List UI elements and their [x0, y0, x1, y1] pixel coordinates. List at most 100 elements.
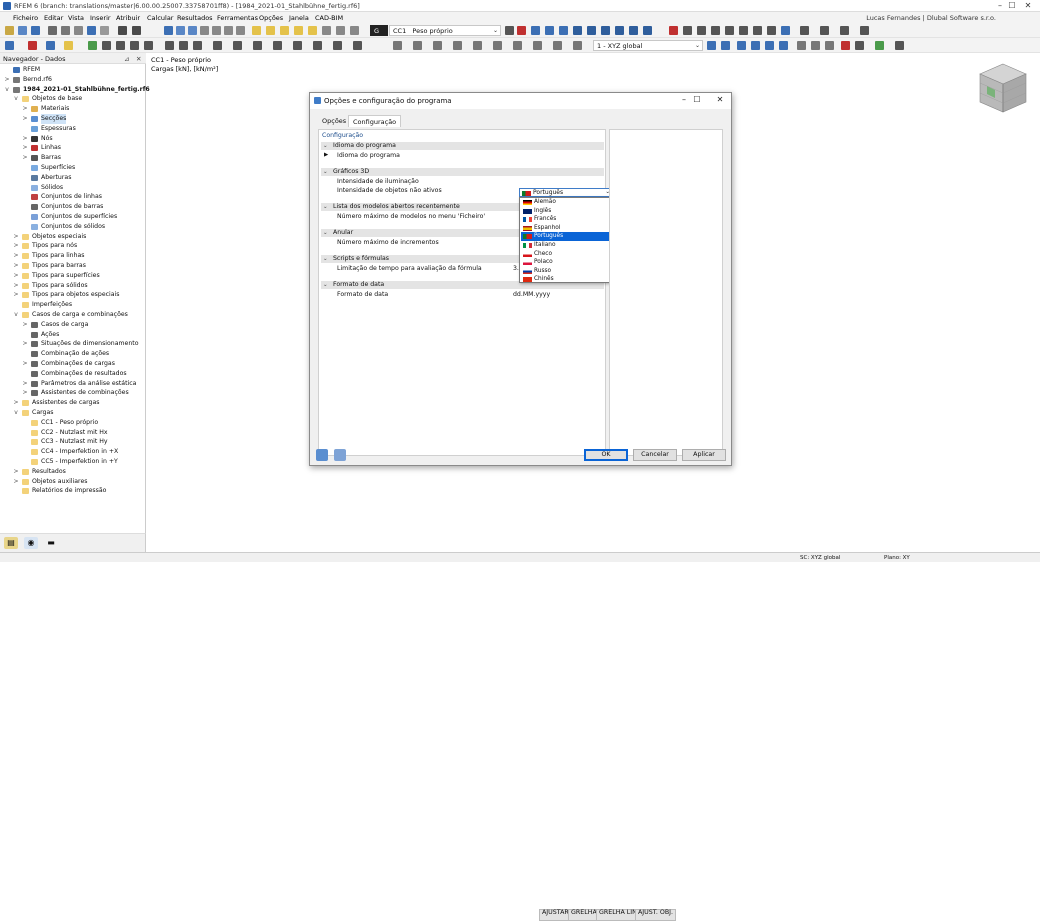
tab-configuration[interactable]: Configuração: [348, 115, 402, 127]
display-tab-icon[interactable]: ◉: [24, 537, 38, 549]
chevron-right-icon[interactable]: >: [22, 339, 28, 349]
chevron-right-icon[interactable]: >: [13, 261, 19, 271]
chevron-down-icon[interactable]: v: [13, 408, 19, 418]
view3-icon[interactable]: [559, 26, 568, 35]
solid-icon[interactable]: [860, 26, 869, 35]
report-icon[interactable]: [74, 26, 83, 35]
language-option[interactable]: Russo: [521, 267, 611, 276]
navigator-item[interactable]: v Cargas: [0, 408, 146, 418]
navigator-item[interactable]: v 1984_2021-01_Stahlbühne_fertig.rf6: [0, 85, 150, 95]
tool5-icon[interactable]: [353, 41, 362, 50]
tool10-icon[interactable]: [473, 41, 482, 50]
tool-icon[interactable]: [273, 41, 282, 50]
navigator-item[interactable]: > Tipos para objetos especiais: [0, 290, 146, 300]
chevron-right-icon[interactable]: >: [13, 271, 19, 281]
navigator-item[interactable]: CC1 - Peso próprio: [0, 418, 146, 428]
section3-icon[interactable]: [193, 41, 202, 50]
navigator-item[interactable]: Relatórios de impressão: [0, 486, 146, 496]
copy-icon[interactable]: [753, 26, 762, 35]
delete-icon[interactable]: [669, 26, 678, 35]
display-icon[interactable]: [875, 41, 884, 50]
supports-icon[interactable]: [46, 41, 55, 50]
language-option[interactable]: Francês: [521, 215, 611, 224]
load-case-dropdown[interactable]: CC1 Peso próprio ⌄: [389, 25, 501, 36]
chevron-down-icon[interactable]: v: [4, 85, 10, 95]
navigator-item[interactable]: > Objetos auxiliares: [0, 477, 146, 487]
ok-button[interactable]: OK: [584, 449, 628, 461]
chevron-right-icon[interactable]: >: [13, 251, 19, 261]
chevron-right-icon[interactable]: >: [22, 104, 28, 114]
tool7-icon[interactable]: [413, 41, 422, 50]
tool8-icon[interactable]: [433, 41, 442, 50]
chevron-down-icon[interactable]: v: [13, 310, 19, 320]
menu-results[interactable]: Resultados: [177, 14, 213, 22]
clipboard-icon[interactable]: [100, 26, 109, 35]
clip-icon[interactable]: [797, 41, 806, 50]
menu-insert[interactable]: Inserir: [90, 14, 111, 22]
view-icon[interactable]: [531, 26, 540, 35]
section-icon[interactable]: [165, 41, 174, 50]
navigator-item[interactable]: > Tipos para superfícies: [0, 271, 146, 281]
results3-icon[interactable]: [308, 26, 317, 35]
navigator-item[interactable]: Conjuntos de superfícies: [0, 212, 146, 222]
grid-icon[interactable]: [102, 41, 111, 50]
close-icon[interactable]: ✕: [1020, 1, 1036, 10]
clip2-icon[interactable]: [811, 41, 820, 50]
tool6-icon[interactable]: [393, 41, 402, 50]
close-icon[interactable]: ✕: [136, 55, 141, 63]
layout4-icon[interactable]: [236, 26, 245, 35]
select-icon[interactable]: [683, 26, 692, 35]
chevron-right-icon[interactable]: >: [13, 477, 19, 487]
comment-icon[interactable]: [253, 41, 262, 50]
menu-file[interactable]: Ficheiro: [13, 14, 38, 22]
language-option[interactable]: Checo: [521, 250, 611, 259]
print-icon[interactable]: [48, 26, 57, 35]
menu-window[interactable]: Janela: [289, 14, 309, 22]
render-icon[interactable]: [737, 41, 746, 50]
chevron-right-icon[interactable]: >: [4, 75, 10, 85]
results-icon[interactable]: [280, 26, 289, 35]
navigator-item[interactable]: > Parâmetros da análise estática: [0, 379, 146, 389]
tab-options[interactable]: Opções: [318, 115, 350, 127]
navigator-item[interactable]: > Tipos para barras: [0, 261, 146, 271]
data-tab-icon[interactable]: ▤: [4, 537, 18, 549]
close-icon[interactable]: ✕: [713, 95, 727, 104]
setting-value[interactable]: dd.MM.yyyy: [513, 290, 550, 299]
save-icon[interactable]: [31, 26, 40, 35]
menu-edit[interactable]: Editar: [44, 14, 63, 22]
prev-icon[interactable]: [505, 26, 514, 35]
navigator-item[interactable]: CC5 - Imperfektion in +Y: [0, 457, 146, 467]
tool3-icon[interactable]: [313, 41, 322, 50]
view9-icon[interactable]: [643, 26, 652, 35]
navigator-item[interactable]: > Assistentes de cargas: [0, 398, 146, 408]
render2-icon[interactable]: [751, 41, 760, 50]
chevron-right-icon[interactable]: >: [13, 232, 19, 242]
view-cube[interactable]: [978, 62, 1028, 114]
tool4-icon[interactable]: [333, 41, 342, 50]
navigator-item[interactable]: > Bernd.rf6: [0, 75, 146, 85]
chevron-down-icon[interactable]: ⌄: [323, 168, 328, 176]
section2-icon[interactable]: [179, 41, 188, 50]
results2-icon[interactable]: [294, 26, 303, 35]
panel-icon[interactable]: [188, 26, 197, 35]
navigator-item[interactable]: > Combinações de cargas: [0, 359, 146, 369]
settings-section-header[interactable]: ⌄ Gráficos 3D: [321, 168, 604, 176]
language-option[interactable]: Alemão: [521, 198, 611, 207]
cancel-button[interactable]: Cancelar: [633, 449, 677, 461]
navigator-item[interactable]: RFEM: [0, 65, 146, 75]
lines-icon[interactable]: [28, 41, 37, 50]
mirror-icon[interactable]: [725, 26, 734, 35]
snap2-icon[interactable]: [130, 41, 139, 50]
navigator-item[interactable]: > Barras: [0, 153, 146, 163]
scale-icon[interactable]: [739, 26, 748, 35]
dim-icon[interactable]: [233, 41, 242, 50]
navigator-item[interactable]: > Materiais: [0, 104, 146, 114]
view8-icon[interactable]: [629, 26, 638, 35]
view5-icon[interactable]: [587, 26, 596, 35]
navigator-item[interactable]: Imperfeições: [0, 300, 146, 310]
view4-icon[interactable]: [573, 26, 582, 35]
views-tab-icon[interactable]: ▬: [44, 537, 58, 549]
language-option[interactable]: Italiano: [521, 241, 611, 250]
layout-icon[interactable]: [200, 26, 209, 35]
layout3-icon[interactable]: [224, 26, 233, 35]
